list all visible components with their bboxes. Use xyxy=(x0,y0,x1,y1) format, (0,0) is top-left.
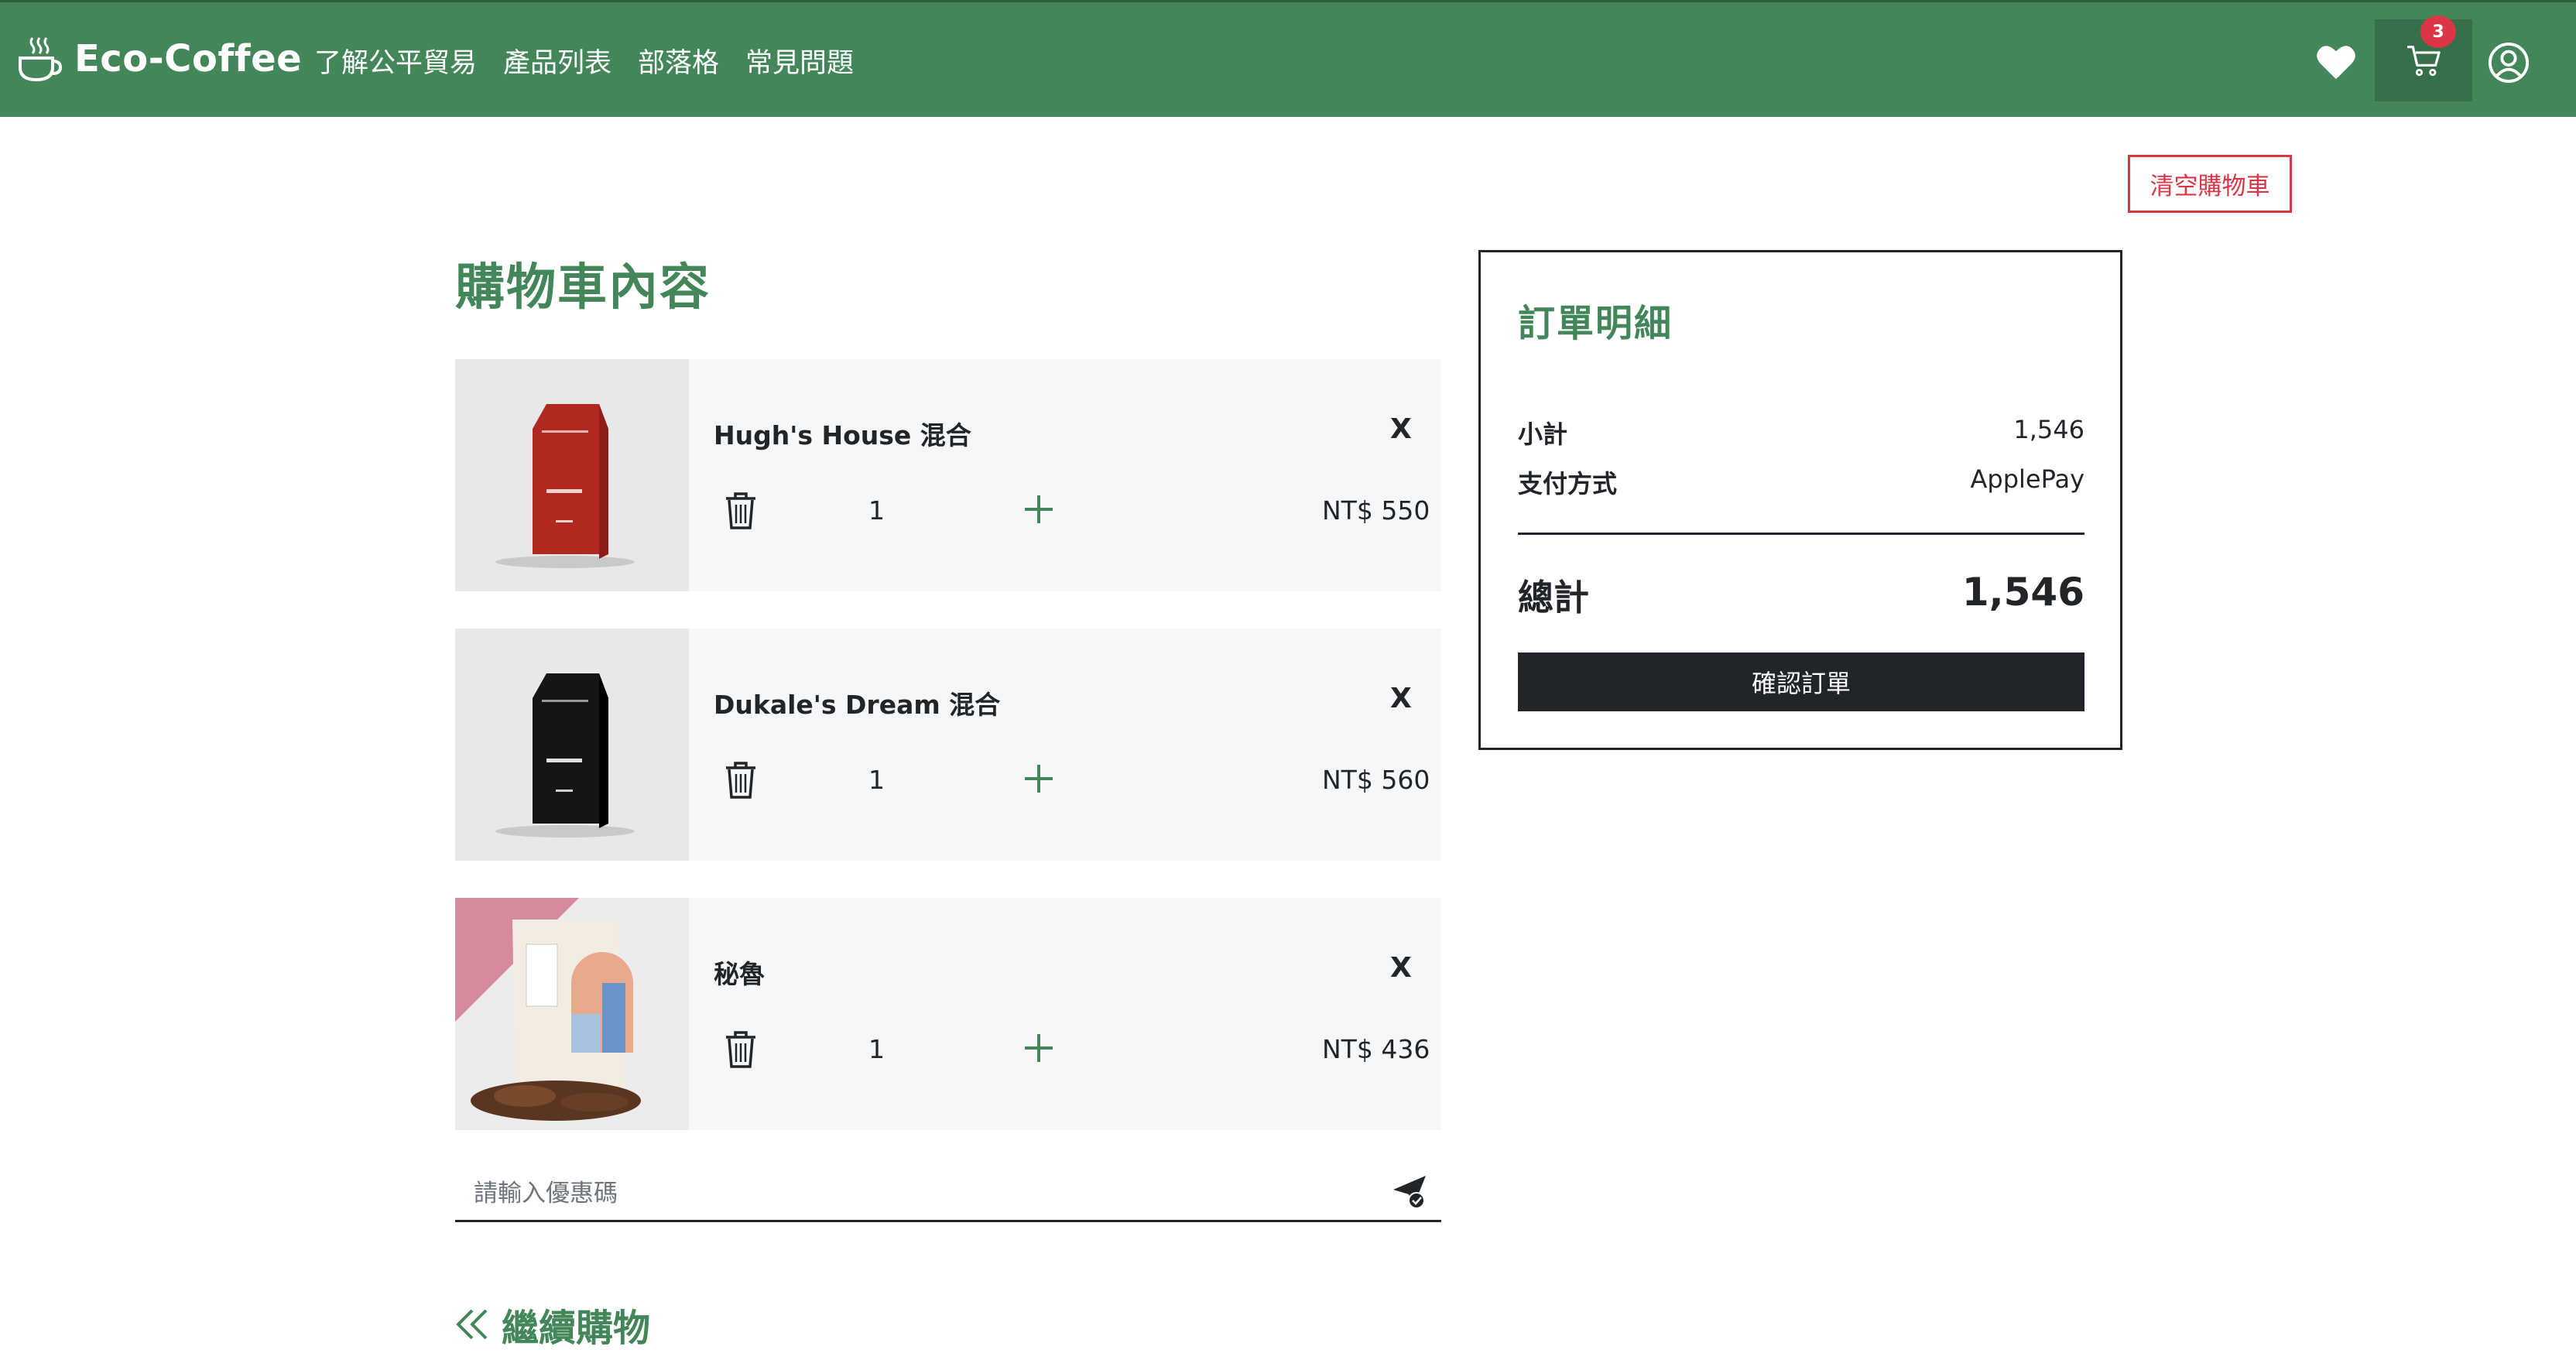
increase-quantity-button[interactable] xyxy=(1020,1029,1057,1067)
cart-count-badge: 3 xyxy=(2420,15,2456,48)
product-image[interactable] xyxy=(455,359,689,591)
clear-cart-button[interactable]: 清空購物車 xyxy=(2128,155,2292,213)
total-row: 總計 1,546 xyxy=(1518,570,2084,624)
continue-shopping-label: 繼續購物 xyxy=(502,1307,651,1350)
payment-label: 支付方式 xyxy=(1518,469,1618,498)
trash-button[interactable] xyxy=(723,760,759,800)
plus-icon xyxy=(1025,1034,1053,1062)
total-value: 1,546 xyxy=(1961,570,2084,615)
top-navbar: Eco-Coffee 了解公平貿易 產品列表 部落格 常見問題 3 xyxy=(0,0,2576,117)
plus-icon xyxy=(1025,495,1053,523)
item-name: Dukale's Dream 混合 xyxy=(714,690,1001,720)
item-price: NT$ 550 xyxy=(1322,495,1430,526)
trash-button[interactable] xyxy=(723,491,759,531)
trash-icon xyxy=(726,762,755,799)
summary-title: 訂單明細 xyxy=(1518,302,1673,345)
confirm-order-button[interactable]: 確認訂單 xyxy=(1518,652,2084,711)
nav-link-products[interactable]: 產品列表 xyxy=(503,41,611,80)
cart-icon xyxy=(2407,46,2441,77)
product-image[interactable] xyxy=(455,628,689,861)
quantity-value: 1 xyxy=(868,1034,885,1064)
cart-item: 秘魯 X 1 NT$ 436 xyxy=(455,898,1441,1130)
nav-link-fair-trade[interactable]: 了解公平貿易 xyxy=(314,41,477,80)
paper-plane-check-icon xyxy=(1393,1176,1426,1209)
wishlist-button[interactable] xyxy=(2313,39,2359,84)
subtotal-value: 1,546 xyxy=(2013,415,2084,444)
remove-item-button[interactable]: X xyxy=(1390,413,1412,445)
item-price: NT$ 560 xyxy=(1322,765,1430,795)
nav-link-faq[interactable]: 常見問題 xyxy=(745,41,854,80)
increase-quantity-button[interactable] xyxy=(1020,760,1057,797)
item-price: NT$ 436 xyxy=(1322,1034,1430,1064)
payment-value: ApplePay xyxy=(1970,464,2085,494)
heart-icon xyxy=(2317,46,2355,80)
quantity-value: 1 xyxy=(868,495,885,526)
apply-coupon-button[interactable] xyxy=(1390,1173,1429,1211)
cart-item: Dukale's Dream 混合 X 1 NT$ 560 xyxy=(455,628,1441,861)
main-nav: 了解公平貿易 產品列表 部落格 常見問題 xyxy=(314,41,854,80)
coffee-cup-icon xyxy=(19,37,62,82)
increase-quantity-button[interactable] xyxy=(1020,491,1057,528)
user-circle-icon xyxy=(2488,42,2530,84)
double-chevron-left-icon xyxy=(456,1309,488,1340)
cart-title: 購物車內容 xyxy=(455,259,711,317)
quantity-value: 1 xyxy=(868,765,885,795)
summary-divider xyxy=(1518,533,2084,535)
item-name: Hugh's House 混合 xyxy=(714,420,971,450)
account-button[interactable] xyxy=(2487,41,2530,84)
plus-icon xyxy=(1025,765,1053,793)
trash-icon xyxy=(726,492,755,529)
continue-shopping-link[interactable]: 繼續購物 xyxy=(455,1297,650,1351)
subtotal-label: 小計 xyxy=(1518,420,1568,449)
nav-link-blog[interactable]: 部落格 xyxy=(638,41,719,80)
coupon-field xyxy=(455,1165,1441,1222)
trash-icon xyxy=(726,1031,755,1068)
remove-item-button[interactable]: X xyxy=(1390,952,1412,984)
product-image[interactable] xyxy=(455,898,689,1130)
remove-item-button[interactable]: X xyxy=(1390,683,1412,714)
brand-logo[interactable]: Eco-Coffee xyxy=(17,32,302,86)
cart-item: Hugh's House 混合 X 1 NT$ 550 xyxy=(455,359,1441,591)
total-label: 總計 xyxy=(1518,577,1589,618)
order-summary: 訂單明細 小計 1,546 支付方式 ApplePay 總計 1,546 確認訂… xyxy=(1478,250,2122,750)
coupon-input[interactable] xyxy=(474,1174,1325,1213)
brand-name: Eco-Coffee xyxy=(74,37,303,80)
item-name: 秘魯 xyxy=(714,959,765,989)
trash-button[interactable] xyxy=(723,1029,759,1070)
